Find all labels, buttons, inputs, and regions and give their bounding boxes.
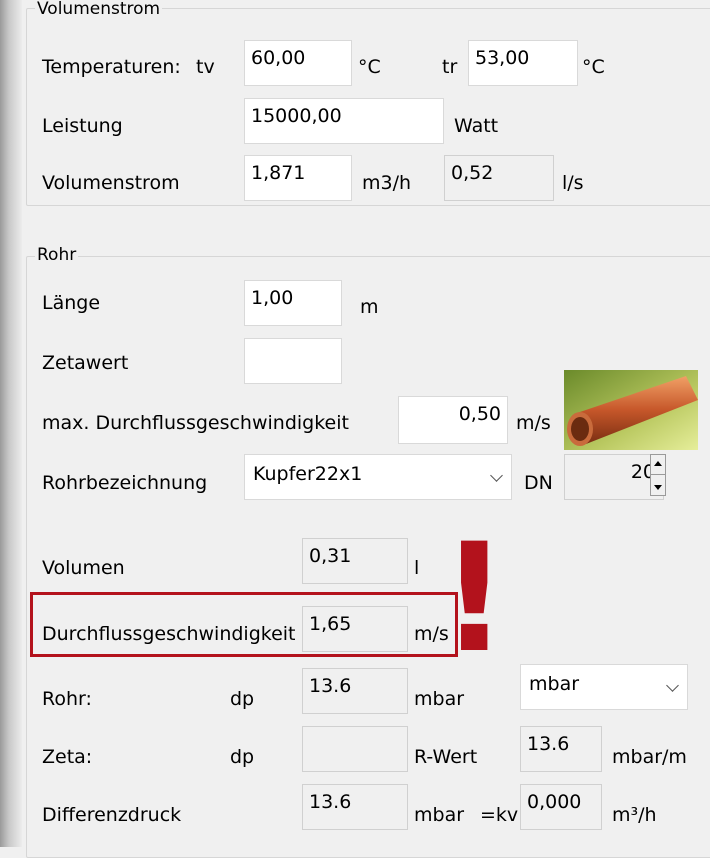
volumenstrom-label: Volumenstrom <box>42 172 180 194</box>
rohr-legend: Rohr <box>35 245 79 265</box>
tr-label: tr <box>442 56 458 78</box>
volumen-unit: l <box>414 557 420 579</box>
volumenstrom-ls-field: 0,52 <box>444 155 554 201</box>
temperaturen-label: Temperaturen: <box>42 56 181 78</box>
zeta-dp-label: dp <box>230 746 255 768</box>
max-speed-input[interactable]: 0,50 <box>398 396 508 444</box>
dn-spinbox[interactable]: 20 <box>564 454 664 500</box>
kv-label: =kv <box>480 804 519 826</box>
chevron-down-icon <box>490 469 503 482</box>
rwert-field: 13.6 <box>520 726 602 772</box>
tv-input[interactable]: 60,00 <box>244 40 352 86</box>
rohr-dp-label: dp <box>230 688 255 710</box>
rwert-unit: mbar/m <box>612 746 687 768</box>
volumenstrom-m3h-unit: m3/h <box>362 172 412 194</box>
laenge-input[interactable]: 1,00 <box>244 280 342 326</box>
max-speed-label: max. Durchflussgeschwindigkeit <box>42 412 349 434</box>
volumenstrom-legend: Volumenstrom <box>35 0 163 19</box>
rohrbezeichnung-label: Rohrbezeichnung <box>42 472 208 494</box>
zeta-label: Zeta: <box>42 746 93 768</box>
kv-unit: m³/h <box>612 804 657 826</box>
kv-field: 0,000 <box>520 784 602 830</box>
tv-unit: °C <box>358 56 381 78</box>
pressure-unit-value: mbar <box>529 673 580 695</box>
tr-unit: °C <box>582 56 605 78</box>
volumenstrom-m3h-input[interactable]: 1,871 <box>244 155 352 201</box>
laenge-label: Länge <box>42 292 101 314</box>
leistung-unit: Watt <box>454 115 499 137</box>
differenzdruck-label: Differenzdruck <box>42 804 182 826</box>
copper-pipe-icon <box>564 370 698 450</box>
pressure-unit-select[interactable]: mbar <box>520 664 688 710</box>
leistung-label: Leistung <box>42 115 123 137</box>
volumen-label: Volumen <box>42 557 125 579</box>
rohr-dp-unit: mbar <box>414 688 465 710</box>
volumen-field: 0,31 <box>302 538 408 584</box>
leistung-input[interactable]: 15000,00 <box>244 98 444 144</box>
volumenstrom-ls-unit: l/s <box>562 172 584 194</box>
rohr-dp-field: 13.6 <box>302 668 408 714</box>
rohrbezeichnung-select[interactable]: Kupfer22x1 <box>244 454 512 500</box>
zetawert-label: Zetawert <box>42 352 129 374</box>
dn-spin-buttons[interactable] <box>650 454 666 496</box>
dn-label: DN <box>524 472 553 494</box>
speed-label: Durchflussgeschwindigkeit <box>42 623 296 645</box>
speed-field: 1,65 <box>302 606 408 652</box>
tr-input[interactable]: 53,00 <box>468 40 578 86</box>
max-speed-unit: m/s <box>516 412 551 434</box>
chevron-down-icon <box>666 679 679 692</box>
differenzdruck-unit: mbar <box>414 804 465 826</box>
calculation-panel: Volumenstrom Temperaturen: tv 60,00 °C t… <box>22 0 710 858</box>
rwert-label: R-Wert <box>414 746 478 768</box>
spin-up-icon[interactable] <box>654 461 662 466</box>
laenge-unit: m <box>360 296 379 318</box>
spin-down-icon[interactable] <box>654 485 662 490</box>
zeta-dp-field <box>302 726 408 772</box>
tv-label: tv <box>196 56 215 78</box>
warning-exclamation-mark: ! <box>440 512 509 686</box>
differenzdruck-field: 13.6 <box>302 784 408 830</box>
rohrbezeichnung-value: Kupfer22x1 <box>253 463 363 485</box>
rohr-label: Rohr: <box>42 688 92 710</box>
zetawert-input[interactable] <box>244 338 342 384</box>
window-shadow <box>0 0 22 847</box>
